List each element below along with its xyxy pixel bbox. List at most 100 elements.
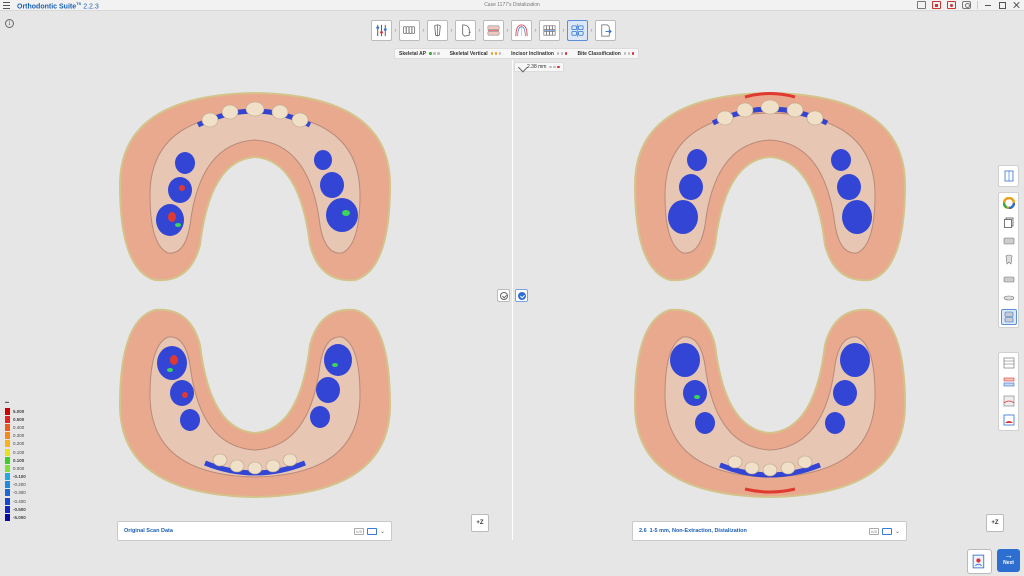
record-icon[interactable] <box>947 1 956 9</box>
status-dot <box>437 52 440 55</box>
grid-button[interactable] <box>1001 355 1017 371</box>
report-icon <box>972 554 985 569</box>
teeth-row-icon <box>403 26 416 34</box>
step-arrow: › <box>534 27 537 34</box>
legend-swatch <box>5 464 10 472</box>
legend-swatch <box>5 473 10 481</box>
z-view-button-left[interactable]: +Z <box>471 514 489 532</box>
step-arrow: › <box>562 27 565 34</box>
indicator-incisor-inclination[interactable]: Incisor Inclination <box>511 51 568 57</box>
legend-swatch <box>5 456 10 464</box>
upper-jaw-button[interactable] <box>1001 233 1017 249</box>
chevron-down-icon[interactable]: ⌄ <box>895 528 900 535</box>
overlay-icon[interactable] <box>366 527 377 535</box>
check-circle-filled-icon <box>517 291 526 300</box>
compare-original-toggle[interactable] <box>497 289 510 302</box>
indicator-bite-classification[interactable]: Bite Classification <box>577 51 635 57</box>
stop-record-icon[interactable] <box>932 1 941 9</box>
legend-row: 0.000 <box>5 464 33 472</box>
both-jaws-button[interactable] <box>1000 309 1017 325</box>
legend-swatch <box>5 497 10 505</box>
step-bite-button[interactable] <box>483 20 504 41</box>
close-icon[interactable] <box>1012 1 1020 9</box>
legend-value: -0.300 <box>13 490 26 496</box>
overlay-icon[interactable] <box>881 527 892 535</box>
step-segmentation-button[interactable] <box>399 20 420 41</box>
viewport-divider[interactable] <box>512 60 513 540</box>
status-dot <box>556 52 560 55</box>
bite-icon <box>487 25 500 36</box>
lower-arch-original[interactable] <box>110 305 400 505</box>
color-map-button[interactable] <box>1001 195 1017 211</box>
occlusion-button[interactable] <box>1001 290 1017 306</box>
next-button[interactable]: → Next <box>997 549 1020 572</box>
lower-arch-planned[interactable] <box>625 305 915 505</box>
legend-row: -5.000 <box>5 513 33 522</box>
maximize-icon[interactable] <box>998 1 1006 9</box>
grid-icon <box>1003 357 1014 369</box>
indicator-skeletal-ap[interactable]: Skeletal AP <box>399 51 440 57</box>
legend-swatch <box>5 489 10 497</box>
step-alignment-button[interactable] <box>539 20 560 41</box>
legend-swatch <box>5 481 10 489</box>
arrow-right-icon: → <box>1004 550 1013 560</box>
report-button[interactable] <box>967 549 992 574</box>
step-arrow: › <box>422 27 425 34</box>
upper-arch-planned[interactable] <box>625 85 915 285</box>
legend-value: 5.000 <box>13 408 25 414</box>
right-model-selector[interactable]: 2.6 1-5 mm, Non-Extraction, Distalization… <box>632 521 907 541</box>
both-jaws-icon <box>1004 311 1013 323</box>
left-model-selector[interactable]: Original Scan Data A/B ⌄ <box>117 521 392 541</box>
screen-capture-icon[interactable] <box>917 1 926 9</box>
divider <box>977 1 978 9</box>
right-toolbar-bottom <box>998 352 1019 431</box>
info-icon[interactable]: i <box>5 19 14 28</box>
measurement-badge[interactable]: 2.38 mm <box>514 62 564 72</box>
ab-compare-icon[interactable]: A/B <box>353 527 364 535</box>
tooth-axis-icon <box>434 24 441 37</box>
copy-button[interactable] <box>1001 214 1017 230</box>
upper-arch-original[interactable] <box>110 85 400 285</box>
upper-teeth-icon <box>1003 237 1014 245</box>
distalization-icon <box>571 23 584 38</box>
legend-row: -0.300 <box>5 489 33 497</box>
step-distalization-button[interactable] <box>567 20 588 41</box>
lower-jaw-button[interactable] <box>1001 271 1017 287</box>
legend-row: 0.200 <box>5 440 33 448</box>
step-face-button[interactable] <box>455 20 476 41</box>
step-arch-form-button[interactable] <box>511 20 532 41</box>
superimpose-icon <box>1003 377 1014 387</box>
view-panel-button[interactable] <box>1001 168 1017 184</box>
status-dot <box>553 65 556 69</box>
occlusion-icon <box>1003 295 1014 301</box>
section-view-button[interactable] <box>1001 393 1017 409</box>
z-view-button-right[interactable]: +Z <box>986 514 1004 532</box>
chevron-down-icon[interactable]: ⌄ <box>380 528 385 535</box>
step-arrow: › <box>450 27 453 34</box>
legend-swatch <box>5 432 10 440</box>
superimpose-button[interactable] <box>1001 374 1017 390</box>
step-arrow: › <box>506 27 509 34</box>
legend-swatch <box>5 514 10 522</box>
legend-row: -0.400 <box>5 497 33 505</box>
jaw-display-button[interactable] <box>1001 412 1017 428</box>
step-tooth-axis-button[interactable] <box>427 20 448 41</box>
step-setup-button[interactable] <box>371 20 392 41</box>
jaw-display-icon <box>1003 414 1014 426</box>
ab-compare-icon[interactable]: A/B <box>868 527 879 535</box>
camera-icon[interactable] <box>962 1 971 9</box>
book-icon <box>1004 170 1013 182</box>
minimize-icon[interactable] <box>984 1 992 9</box>
status-dot <box>429 52 432 55</box>
status-dot <box>623 52 627 55</box>
compare-planned-toggle[interactable] <box>515 289 528 302</box>
arch-form-icon <box>515 24 528 37</box>
tooth-button[interactable] <box>1001 252 1017 268</box>
status-dot <box>631 52 635 55</box>
indicator-skeletal-vertical[interactable]: Skeletal Vertical <box>450 51 502 57</box>
step-export-button[interactable] <box>595 20 616 41</box>
legend-value: 0.000 <box>13 465 25 471</box>
section-view-icon <box>1003 395 1014 407</box>
legend-settings-icon[interactable]: ▬ <box>5 399 33 407</box>
window-controls <box>917 1 1020 9</box>
